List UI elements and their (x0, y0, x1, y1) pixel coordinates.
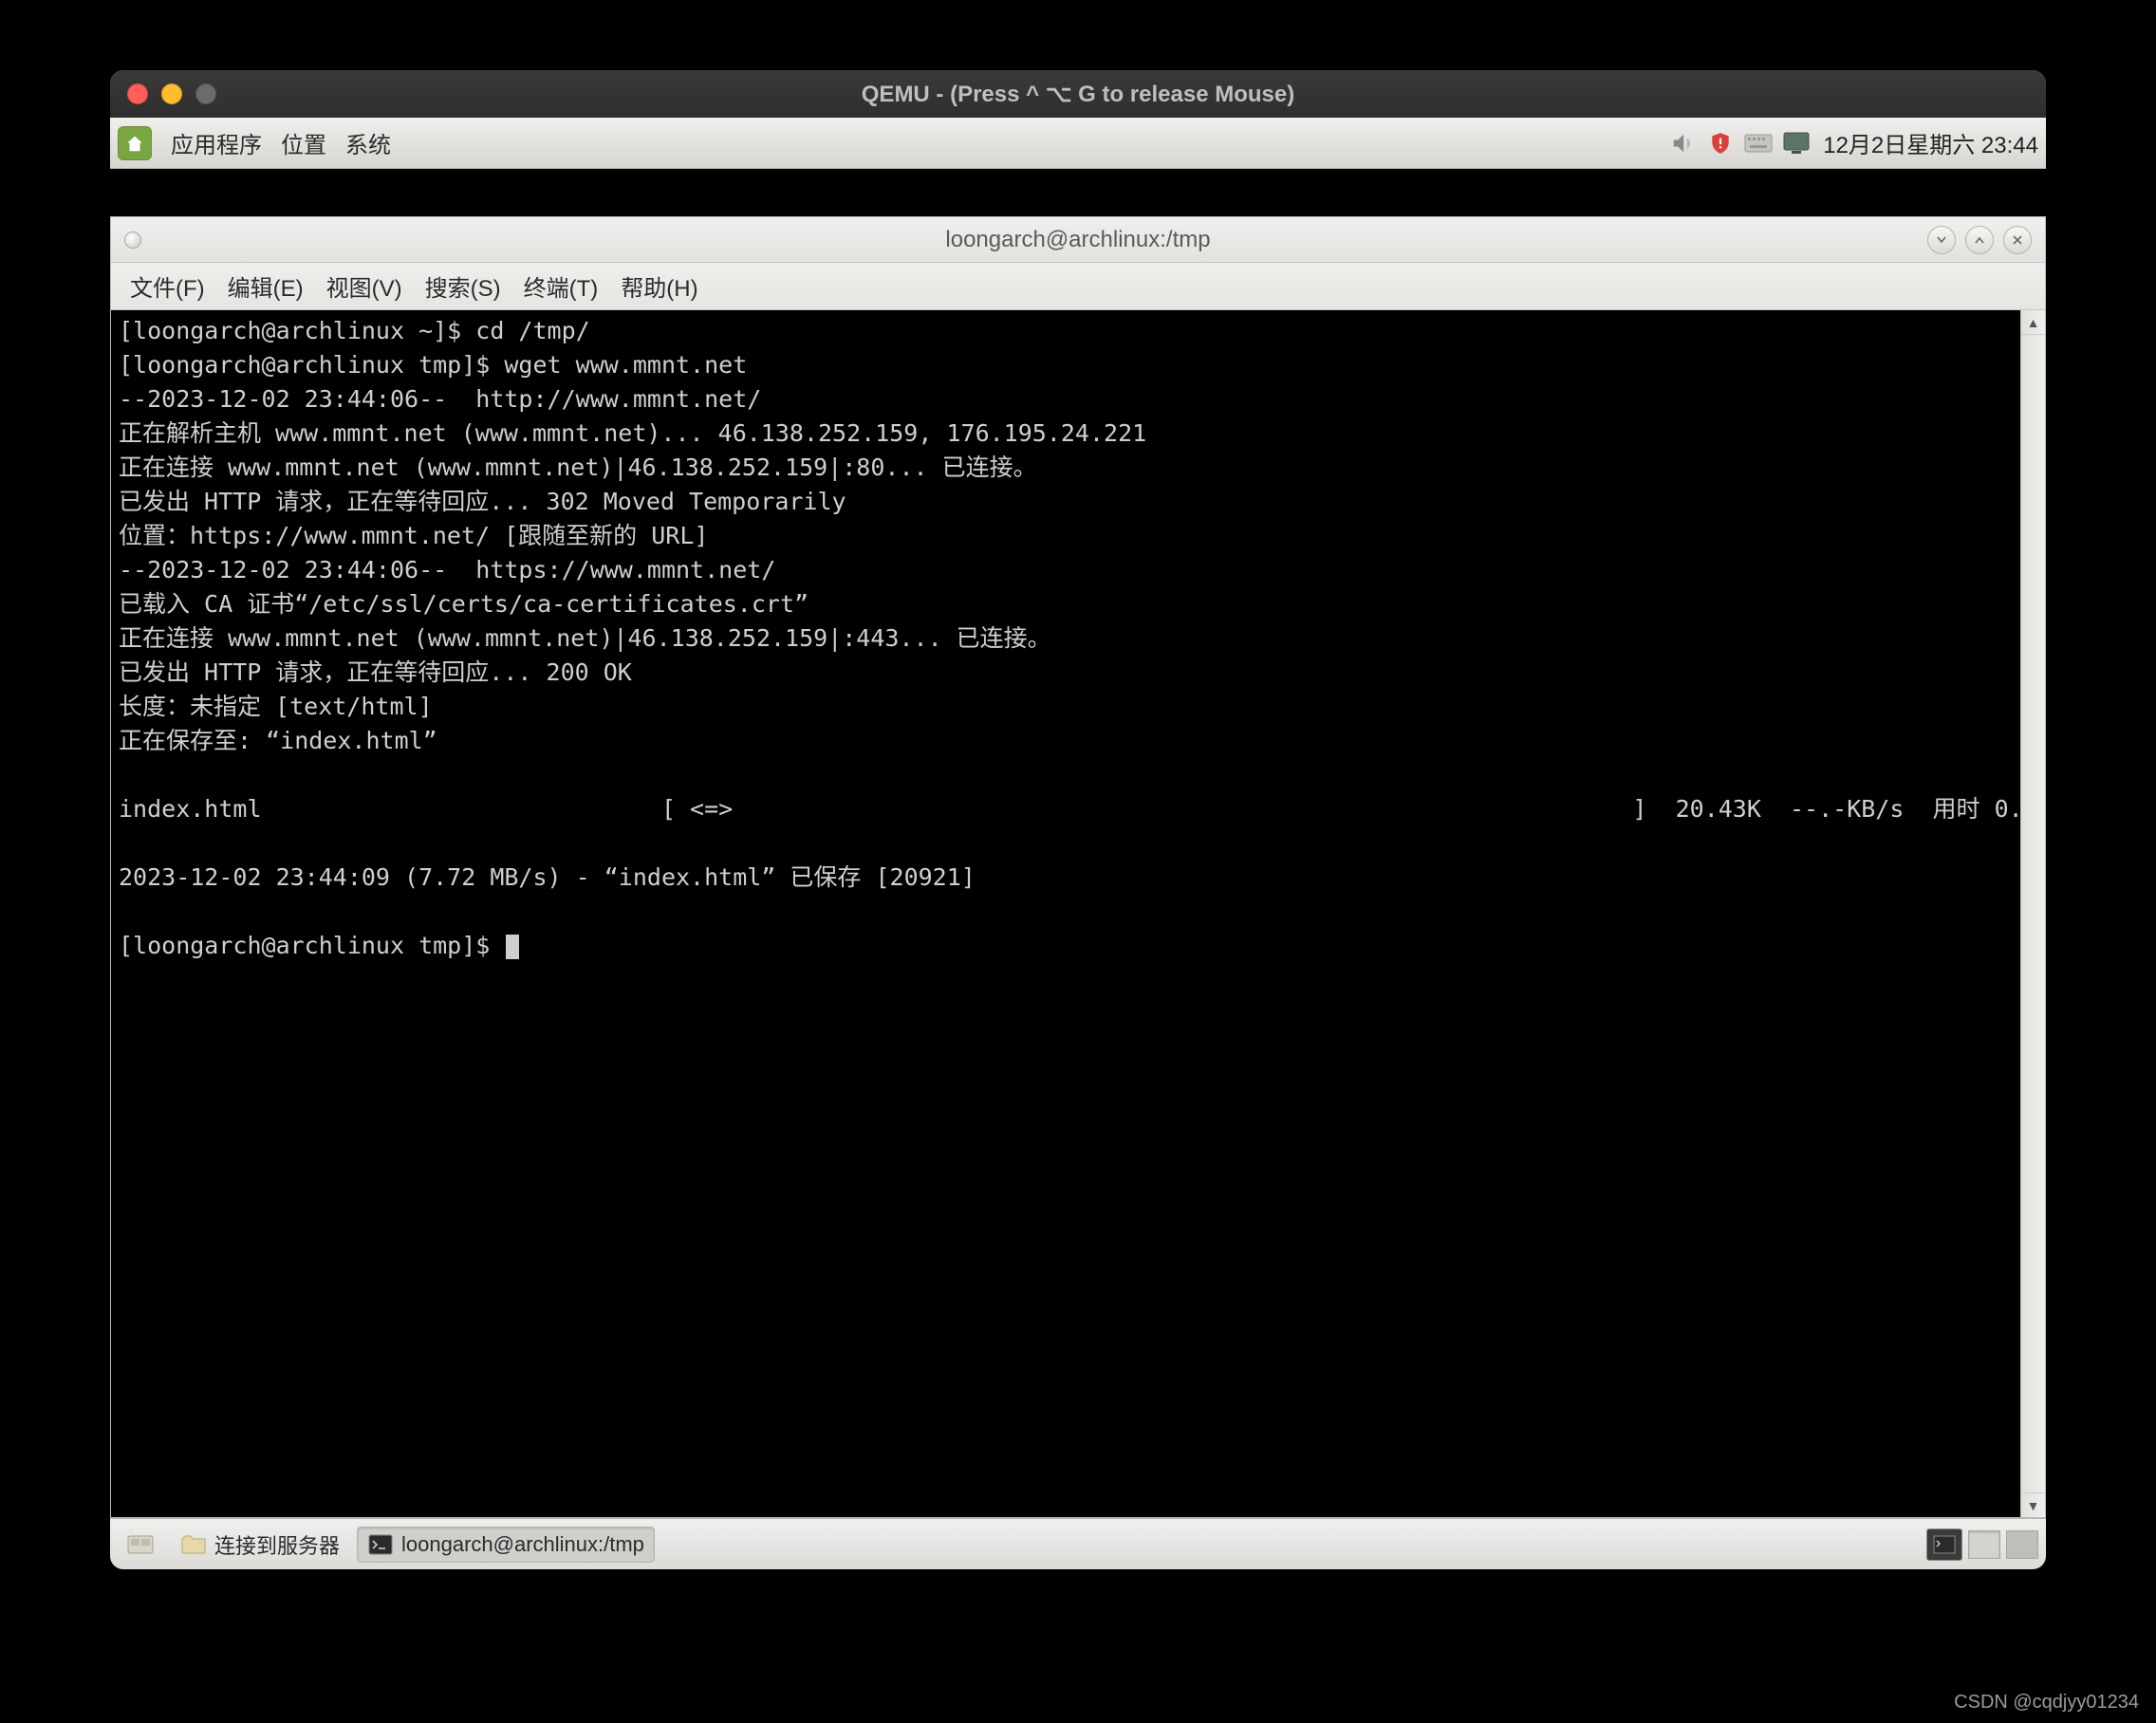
window-buttons (1927, 226, 2032, 254)
terminal-titlebar: loongarch@archlinux:/tmp (111, 217, 2045, 263)
workspace-2[interactable] (2006, 1530, 2038, 1559)
terminal-content[interactable]: [loongarch@archlinux ~]$ cd /tmp/ [loong… (111, 310, 2020, 1517)
minimize-button[interactable] (161, 83, 182, 104)
qemu-host-window: QEMU - (Press ^ ⌥ G to release Mouse) 应用… (110, 70, 2046, 1569)
menu-help[interactable]: 帮助(H) (609, 269, 709, 303)
watermark: CSDN @cqdjyy01234 (1954, 1692, 2139, 1714)
taskbar-right (1926, 1528, 2038, 1561)
terminal-icon (367, 1531, 394, 1558)
show-desktop-button[interactable] (118, 1527, 163, 1563)
menu-applications[interactable]: 应用程序 (161, 126, 271, 159)
menu-edit[interactable]: 编辑(E) (216, 269, 315, 303)
gnome-bottom-panel: 连接到服务器 loongarch@archlinux:/tmp (110, 1518, 2046, 1569)
gnome-top-panel: 应用程序 位置 系统 12月2日星期六 23:44 (110, 118, 2046, 169)
terminal-scrollbar[interactable]: ▲ ▼ (2020, 310, 2045, 1517)
menu-places[interactable]: 位置 (271, 126, 336, 159)
host-titlebar: QEMU - (Press ^ ⌥ G to release Mouse) (110, 70, 2046, 118)
taskbar-item-terminal[interactable]: loongarch@archlinux:/tmp (357, 1527, 655, 1563)
maximize-button[interactable] (195, 83, 216, 104)
keyboard-icon[interactable] (1741, 126, 1775, 160)
clock[interactable]: 12月2日星期六 23:44 (1817, 126, 2038, 159)
taskbar-item-label: loongarch@archlinux:/tmp (401, 1532, 644, 1557)
window-menu-icon[interactable] (124, 232, 141, 249)
volume-icon[interactable] (1665, 126, 1700, 160)
traffic-lights (127, 83, 216, 104)
menu-view[interactable]: 视图(V) (315, 269, 414, 303)
menu-search[interactable]: 搜索(S) (414, 269, 512, 303)
terminal-body: [loongarch@archlinux ~]$ cd /tmp/ [loong… (111, 310, 2045, 1517)
gnome-logo-icon[interactable] (118, 126, 152, 160)
display-icon[interactable] (1779, 126, 1813, 160)
cursor (506, 935, 519, 959)
close-button[interactable] (127, 83, 148, 104)
taskbar-item-file-manager[interactable]: 连接到服务器 (171, 1527, 349, 1563)
host-window-title: QEMU - (Press ^ ⌥ G to release Mouse) (110, 81, 2046, 108)
terminal-window: loongarch@archlinux:/tmp 文件(F) 编辑(E) 视 (110, 216, 2046, 1518)
window-maximize-button[interactable] (1965, 226, 1994, 254)
gnome-tray: 12月2日星期六 23:44 (1665, 126, 2038, 160)
guest-desktop: 应用程序 位置 系统 12月2日星期六 23:44 (110, 118, 2046, 1569)
terminal-title: loongarch@archlinux:/tmp (111, 227, 2045, 253)
window-close-button[interactable] (2003, 226, 2032, 254)
workspace-switcher-icon[interactable] (1926, 1528, 1962, 1561)
scroll-down-icon[interactable]: ▼ (2021, 1492, 2045, 1517)
terminal-menubar: 文件(F) 编辑(E) 视图(V) 搜索(S) 终端(T) 帮助(H) (111, 263, 2045, 310)
menu-system[interactable]: 系统 (336, 126, 400, 159)
workspace-1[interactable] (1968, 1530, 2000, 1559)
security-shield-icon[interactable] (1703, 126, 1738, 160)
taskbar-item-label: 连接到服务器 (214, 1529, 340, 1560)
menu-file[interactable]: 文件(F) (119, 269, 216, 303)
folder-icon (180, 1531, 207, 1558)
window-minimize-button[interactable] (1927, 226, 1956, 254)
show-desktop-icon (127, 1531, 154, 1558)
menu-terminal[interactable]: 终端(T) (512, 269, 610, 303)
scroll-up-icon[interactable]: ▲ (2021, 310, 2045, 335)
